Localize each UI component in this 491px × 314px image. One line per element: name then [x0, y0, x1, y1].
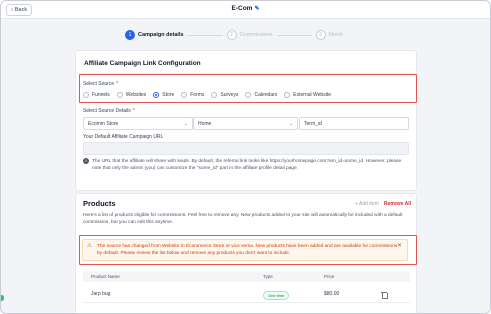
page-select[interactable]: Home ⌄: [193, 117, 298, 130]
info-icon: i: [83, 158, 89, 164]
app-window: ‹ Back E-Com ✎ 1 Campaign details 2 Commi…: [0, 0, 491, 314]
warning-icon: ⚠: [87, 243, 92, 249]
step-finish[interactable]: 3 Finish: [315, 30, 344, 40]
type-badge: One time: [263, 291, 290, 300]
term-id-field[interactable]: Term_id: [299, 117, 409, 130]
help-widget-tab[interactable]: [1, 295, 4, 301]
step-connector: [187, 34, 223, 36]
default-url-label: Your Default Affiliate Campaign URL: [83, 134, 164, 140]
column-price: Price: [324, 274, 335, 279]
radio-surveys[interactable]: Surveys: [211, 92, 238, 98]
url-info-note: i The URL that the affiliate will share …: [83, 158, 409, 172]
column-type: Type: [263, 274, 273, 279]
radio-icon[interactable]: [211, 92, 218, 98]
step-connector: [276, 34, 312, 36]
required-mark: *: [116, 81, 119, 87]
step-number: 1: [125, 30, 135, 40]
radio-external-website[interactable]: External Website: [284, 92, 331, 98]
source-radio-group: Funnels Websites Store Forms Surveys Cal…: [83, 92, 331, 98]
stepper: 1 Campaign details 2 Commissions 3 Finis…: [125, 29, 343, 41]
chevron-down-icon: ⌄: [288, 121, 293, 127]
chevron-down-icon: ⌄: [183, 121, 188, 127]
step-campaign-details[interactable]: 1 Campaign details: [125, 30, 184, 40]
config-title: Affiliate Campaign Link Configuration: [84, 60, 201, 67]
add-item-button[interactable]: + Add item: [355, 201, 379, 207]
select-source-label: Select Source *: [83, 81, 119, 87]
radio-icon[interactable]: [245, 92, 252, 98]
store-select[interactable]: Ecomm Store ⌄: [83, 117, 193, 130]
remove-all-button[interactable]: Remove All: [384, 201, 411, 207]
close-icon[interactable]: ✕: [397, 243, 402, 250]
radio-icon[interactable]: [116, 92, 123, 98]
product-price: $80.00: [324, 291, 340, 297]
top-bar: ‹ Back E-Com ✎: [1, 1, 490, 19]
trash-icon[interactable]: [381, 291, 388, 299]
column-product-name: Product Name: [91, 274, 120, 279]
default-url-field[interactable]: [83, 142, 409, 155]
step-label: Finish: [328, 32, 344, 38]
step-label: Campaign details: [138, 32, 184, 38]
radio-icon[interactable]: [284, 92, 291, 98]
source-details-label: Select Source Details *: [83, 108, 135, 114]
step-commissions[interactable]: 2 Commissions: [226, 30, 273, 40]
radio-calendars[interactable]: Calendars: [245, 92, 277, 98]
page-title: E-Com ✎: [1, 5, 490, 12]
radio-icon[interactable]: [181, 92, 188, 98]
source-highlight: [79, 74, 417, 103]
step-number: 2: [226, 30, 237, 40]
step-label: Commissions: [239, 32, 273, 38]
radio-icon[interactable]: [83, 92, 89, 98]
step-number: 3: [315, 30, 326, 40]
table-row: Jarp bug One time $80.00: [83, 285, 410, 303]
radio-selected-icon[interactable]: [153, 92, 160, 98]
campaign-name: E-Com: [231, 5, 253, 12]
product-name: Jarp bug: [91, 291, 111, 297]
radio-funnels[interactable]: Funnels: [83, 92, 110, 98]
products-table-header: Product Name Type Price: [83, 271, 410, 282]
radio-forms[interactable]: Forms: [181, 92, 204, 98]
products-title: Products: [83, 199, 116, 208]
products-description: Here's a list of products eligible for c…: [83, 213, 403, 225]
radio-websites[interactable]: Websites: [116, 92, 146, 98]
pencil-icon[interactable]: ✎: [254, 6, 259, 12]
required-mark: *: [132, 108, 135, 114]
source-change-warning: ⚠ The source has changed from Website to…: [82, 239, 408, 261]
radio-store[interactable]: Store: [153, 92, 174, 98]
